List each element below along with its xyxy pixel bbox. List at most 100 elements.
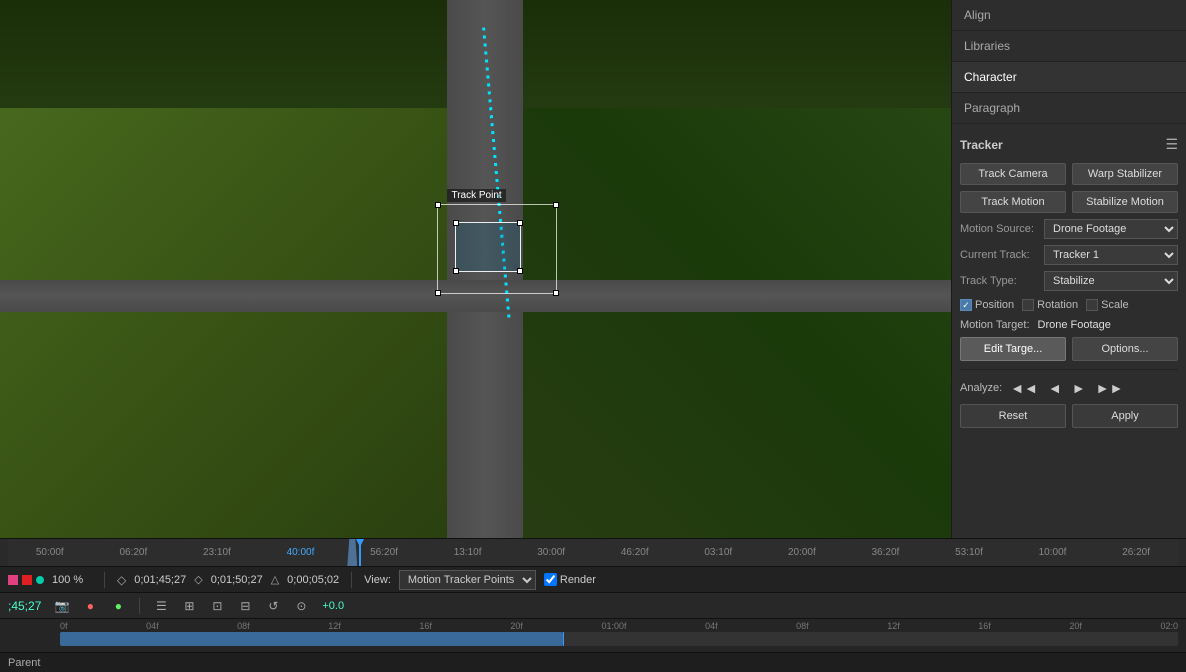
view-label: View:	[364, 574, 391, 586]
panel-tabs: Align Libraries Character Paragraph	[952, 0, 1186, 124]
timeline-ruler[interactable]: 50:00f 06:20f 23:10f 40:00f 56:20f 13:10…	[8, 539, 1178, 566]
track-inner-box	[455, 222, 521, 272]
options-button[interactable]: Options...	[1072, 337, 1178, 361]
bmark-4: 16f	[419, 621, 432, 631]
inner-corner-tr[interactable]	[517, 220, 523, 226]
tracker-main-buttons: Track Camera Warp Stabilizer	[960, 163, 1178, 185]
timecode-in[interactable]: 0;01;45;27	[134, 574, 186, 586]
timeline-scroll[interactable]: 0f 04f 08f 12f 16f 20f 01:00f 04f 08f 12…	[0, 619, 1186, 652]
bmark-12: 02:0	[1160, 621, 1178, 631]
bmark-6: 01:00f	[601, 621, 626, 631]
bmark-9: 12f	[887, 621, 900, 631]
separator-2	[351, 572, 352, 588]
scale-label: Scale	[1101, 299, 1129, 311]
bmark-11: 20f	[1069, 621, 1082, 631]
current-track-dropdown[interactable]: Tracker 1	[1044, 245, 1178, 265]
time-mark-12: 10:00f	[1039, 547, 1067, 558]
corner-handle-bl[interactable]	[435, 290, 441, 296]
motion-source-row: Motion Source: Drone Footage	[960, 219, 1178, 239]
bmark-7: 04f	[705, 621, 718, 631]
stabilize-motion-button[interactable]: Stabilize Motion	[1072, 191, 1178, 213]
inner-corner-br[interactable]	[517, 268, 523, 274]
tracker-header: Tracker ☰	[960, 132, 1178, 157]
timeline-playhead[interactable]	[359, 539, 361, 566]
camera-tool[interactable]: 📷	[51, 596, 73, 616]
bmark-0: 0f	[60, 621, 68, 631]
inner-corner-tl[interactable]	[453, 220, 459, 226]
timeline-bar: 50:00f 06:20f 23:10f 40:00f 56:20f 13:10…	[0, 538, 1186, 566]
bottom-toolbar: ;45;27 📷 ● ● ☰ ⊞ ⊡ ⊟ ↺ ⊙ +0.0	[0, 593, 1186, 619]
time-mark-8: 03:10f	[704, 547, 732, 558]
scale-checkbox-item[interactable]: Scale	[1086, 299, 1129, 311]
timeline-track[interactable]	[60, 632, 1178, 646]
edit-options-buttons: Edit Targe... Options...	[960, 337, 1178, 361]
tool-btn-3[interactable]: ⊡	[206, 596, 228, 616]
timecode-out[interactable]: 0;01;50;27	[211, 574, 263, 586]
red-icon	[22, 575, 32, 585]
right-panel: Align Libraries Character Paragraph Trac…	[951, 0, 1186, 538]
rotation-checkbox-item[interactable]: Rotation	[1022, 299, 1078, 311]
warp-stabilizer-button[interactable]: Warp Stabilizer	[1072, 163, 1178, 185]
divider	[960, 369, 1178, 370]
reset-button[interactable]: Reset	[960, 404, 1066, 428]
track-type-row: Track Type: Stabilize	[960, 271, 1178, 291]
track-type-dropdown[interactable]: Stabilize	[1044, 271, 1178, 291]
apply-button[interactable]: Apply	[1072, 404, 1178, 428]
duration: 0;00;05;02	[287, 574, 339, 586]
render-checkbox[interactable]	[544, 573, 557, 586]
motion-source-label: Motion Source:	[960, 223, 1040, 235]
analyze-prev-button[interactable]: ◄	[1046, 378, 1064, 398]
track-camera-button[interactable]: Track Camera	[960, 163, 1066, 185]
layer-name: Parent	[8, 657, 40, 669]
time-mark-10: 36:20f	[872, 547, 900, 558]
time-mark-11: 53:10f	[955, 547, 983, 558]
time-mark-2: 23:10f	[203, 547, 231, 558]
rotation-checkbox[interactable]	[1022, 299, 1034, 311]
teal-icon	[36, 576, 44, 584]
analyze-next-button[interactable]: ►	[1070, 378, 1088, 398]
tab-paragraph[interactable]: Paragraph	[952, 93, 1186, 124]
tool-btn-5[interactable]: ↺	[262, 596, 284, 616]
aerial-scene: Track Point	[0, 0, 951, 538]
corner-handle-tr[interactable]	[553, 202, 559, 208]
tab-libraries[interactable]: Libraries	[952, 31, 1186, 62]
timeline-marks: 50:00f 06:20f 23:10f 40:00f 56:20f 13:10…	[8, 547, 1178, 558]
position-checkbox-item[interactable]: ✓ Position	[960, 299, 1014, 311]
tool-btn-2[interactable]: ⊞	[178, 596, 200, 616]
motion-source-dropdown[interactable]: Drone Footage	[1044, 219, 1178, 239]
rotation-label: Rotation	[1037, 299, 1078, 311]
corner-handle-br[interactable]	[553, 290, 559, 296]
inner-corner-bl[interactable]	[453, 268, 459, 274]
tool-btn-6[interactable]: ⊙	[290, 596, 312, 616]
time-offset-display: +0.0	[322, 600, 344, 612]
time-mark-6: 30:00f	[537, 547, 565, 558]
tool-btn-4[interactable]: ⊟	[234, 596, 256, 616]
time-mark-4: 56:20f	[370, 547, 398, 558]
edit-target-button[interactable]: Edit Targe...	[960, 337, 1066, 361]
current-time-display[interactable]: ;45;27	[8, 599, 41, 613]
video-preview: Track Point	[0, 0, 951, 538]
color-tool[interactable]: ●	[79, 596, 101, 616]
tab-align[interactable]: Align	[952, 0, 1186, 31]
color2-tool[interactable]: ●	[107, 596, 129, 616]
zoom-display: 100 %	[52, 574, 92, 586]
analyze-next-end-button[interactable]: ►►	[1094, 378, 1126, 398]
analyze-row: Analyze: ◄◄ ◄ ► ►►	[960, 378, 1178, 398]
delta-icon: △	[271, 573, 279, 586]
render-checkbox-group: Render	[544, 573, 596, 586]
tracker-menu-button[interactable]: ☰	[1165, 136, 1178, 153]
bmark-2: 08f	[237, 621, 250, 631]
scale-checkbox[interactable]	[1086, 299, 1098, 311]
corner-handle-tl[interactable]	[435, 202, 441, 208]
position-checkbox[interactable]: ✓	[960, 299, 972, 311]
analyze-prev-end-button[interactable]: ◄◄	[1008, 378, 1040, 398]
bmark-8: 08f	[796, 621, 809, 631]
view-dropdown[interactable]: Motion Tracker Points	[399, 570, 536, 590]
tab-character[interactable]: Character	[952, 62, 1186, 93]
tracker-title: Tracker	[960, 138, 1003, 152]
timecode-cursor-icon: ◇	[117, 573, 126, 587]
separator-1	[104, 572, 105, 588]
tool-btn-1[interactable]: ☰	[150, 596, 172, 616]
bmark-3: 12f	[328, 621, 341, 631]
track-motion-button[interactable]: Track Motion	[960, 191, 1066, 213]
